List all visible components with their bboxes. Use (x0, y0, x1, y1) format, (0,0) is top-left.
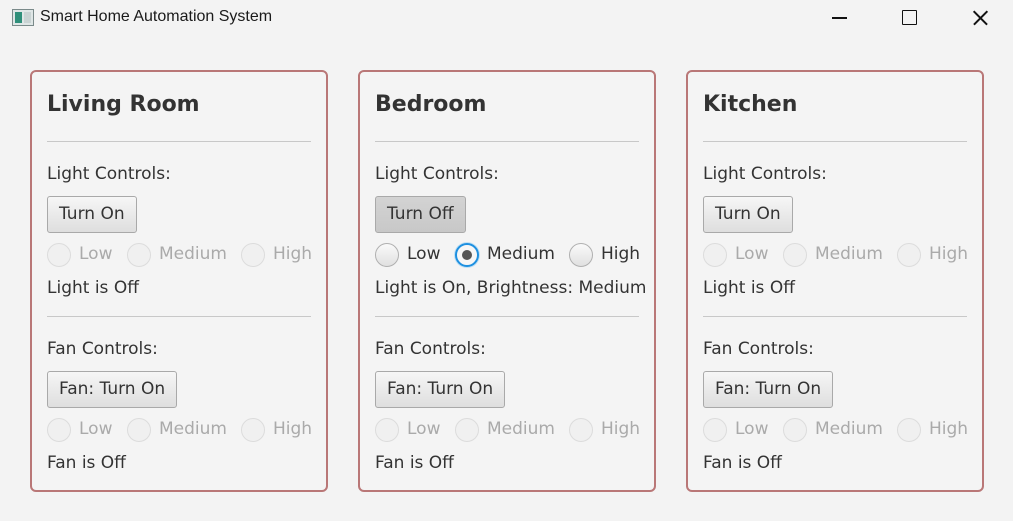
radio-circle (897, 418, 921, 442)
radio-label: Medium (159, 419, 227, 439)
radio-label: Low (407, 244, 441, 264)
window-title: Smart Home Automation System (40, 8, 273, 25)
radio-circle (127, 418, 151, 442)
light-brightness-group: Low Medium High (47, 242, 317, 268)
light-controls-label: Light Controls: (47, 164, 171, 184)
radio-circle (47, 243, 71, 267)
radio-circle (897, 243, 921, 267)
radio-circle (703, 243, 727, 267)
fan-speed-group: Low Medium High (703, 417, 973, 443)
radio-circle (455, 418, 479, 442)
radio-circle (127, 243, 151, 267)
light-status: Light is Off (703, 278, 795, 298)
radio-label: High (273, 419, 313, 439)
room-title: Bedroom (375, 92, 487, 117)
divider (47, 316, 311, 317)
divider (47, 141, 311, 142)
light-toggle-button[interactable]: Turn On (703, 196, 793, 233)
fan-toggle-button[interactable]: Fan: Turn On (703, 371, 834, 408)
radio-label: Medium (487, 419, 555, 439)
radio-circle (569, 243, 593, 267)
radio-label: Low (79, 244, 113, 264)
radio-circle (783, 418, 807, 442)
fan-toggle-button[interactable]: Fan: Turn On (375, 371, 506, 408)
fan-controls-label: Fan Controls: (47, 339, 158, 359)
light-toggle-button[interactable]: Turn Off (375, 196, 466, 233)
fan-toggle-button[interactable]: Fan: Turn On (47, 371, 178, 408)
fan-speed-group: Low Medium High (47, 417, 317, 443)
room-panel-bedroom: Bedroom Light Controls: Turn Off Low Med… (358, 70, 656, 492)
fan-controls-label: Fan Controls: (375, 339, 486, 359)
room-title: Kitchen (703, 92, 798, 117)
light-brightness-group: Low Medium High (375, 242, 645, 268)
radio-circle (375, 243, 399, 267)
radio-circle (241, 243, 265, 267)
fan-speed-group: Low Medium High (375, 417, 645, 443)
radio-circle (783, 243, 807, 267)
fan-status: Fan is Off (375, 453, 454, 473)
radio-label: Medium (815, 244, 883, 264)
light-status: Light is Off (47, 278, 139, 298)
title-bar: Smart Home Automation System (0, 0, 1013, 36)
divider (375, 141, 639, 142)
radio-label: High (929, 244, 969, 264)
radio-label: Medium (815, 419, 883, 439)
light-status: Light is On, Brightness: Medium (375, 278, 647, 298)
divider (703, 316, 967, 317)
light-brightness-group: Low Medium High (703, 242, 973, 268)
radio-label: Low (735, 244, 769, 264)
room-panel-kitchen: Kitchen Light Controls: Turn On Low Medi… (686, 70, 984, 492)
radio-label: Low (407, 419, 441, 439)
radio-circle (703, 418, 727, 442)
radio-label: High (601, 419, 641, 439)
radio-label: High (929, 419, 969, 439)
radio-label: Medium (159, 244, 227, 264)
fan-status: Fan is Off (47, 453, 126, 473)
radio-circle (569, 418, 593, 442)
radio-circle (455, 243, 479, 267)
radio-circle (375, 418, 399, 442)
minimize-button[interactable] (816, 0, 862, 36)
radio-label: Medium (487, 244, 555, 264)
radio-circle (241, 418, 265, 442)
radio-label: Low (735, 419, 769, 439)
radio-label: Low (79, 419, 113, 439)
app-icon (12, 9, 34, 26)
light-toggle-button[interactable]: Turn On (47, 196, 137, 233)
radio-label: High (601, 244, 641, 264)
divider (703, 141, 967, 142)
light-controls-label: Light Controls: (703, 164, 827, 184)
light-controls-label: Light Controls: (375, 164, 499, 184)
fan-controls-label: Fan Controls: (703, 339, 814, 359)
maximize-button[interactable] (886, 0, 932, 36)
divider (375, 316, 639, 317)
radio-label: High (273, 244, 313, 264)
room-panel-living-room: Living Room Light Controls: Turn On Low … (30, 70, 328, 492)
radio-circle (47, 418, 71, 442)
fan-status: Fan is Off (703, 453, 782, 473)
close-button[interactable] (956, 0, 1002, 36)
room-title: Living Room (47, 92, 200, 117)
